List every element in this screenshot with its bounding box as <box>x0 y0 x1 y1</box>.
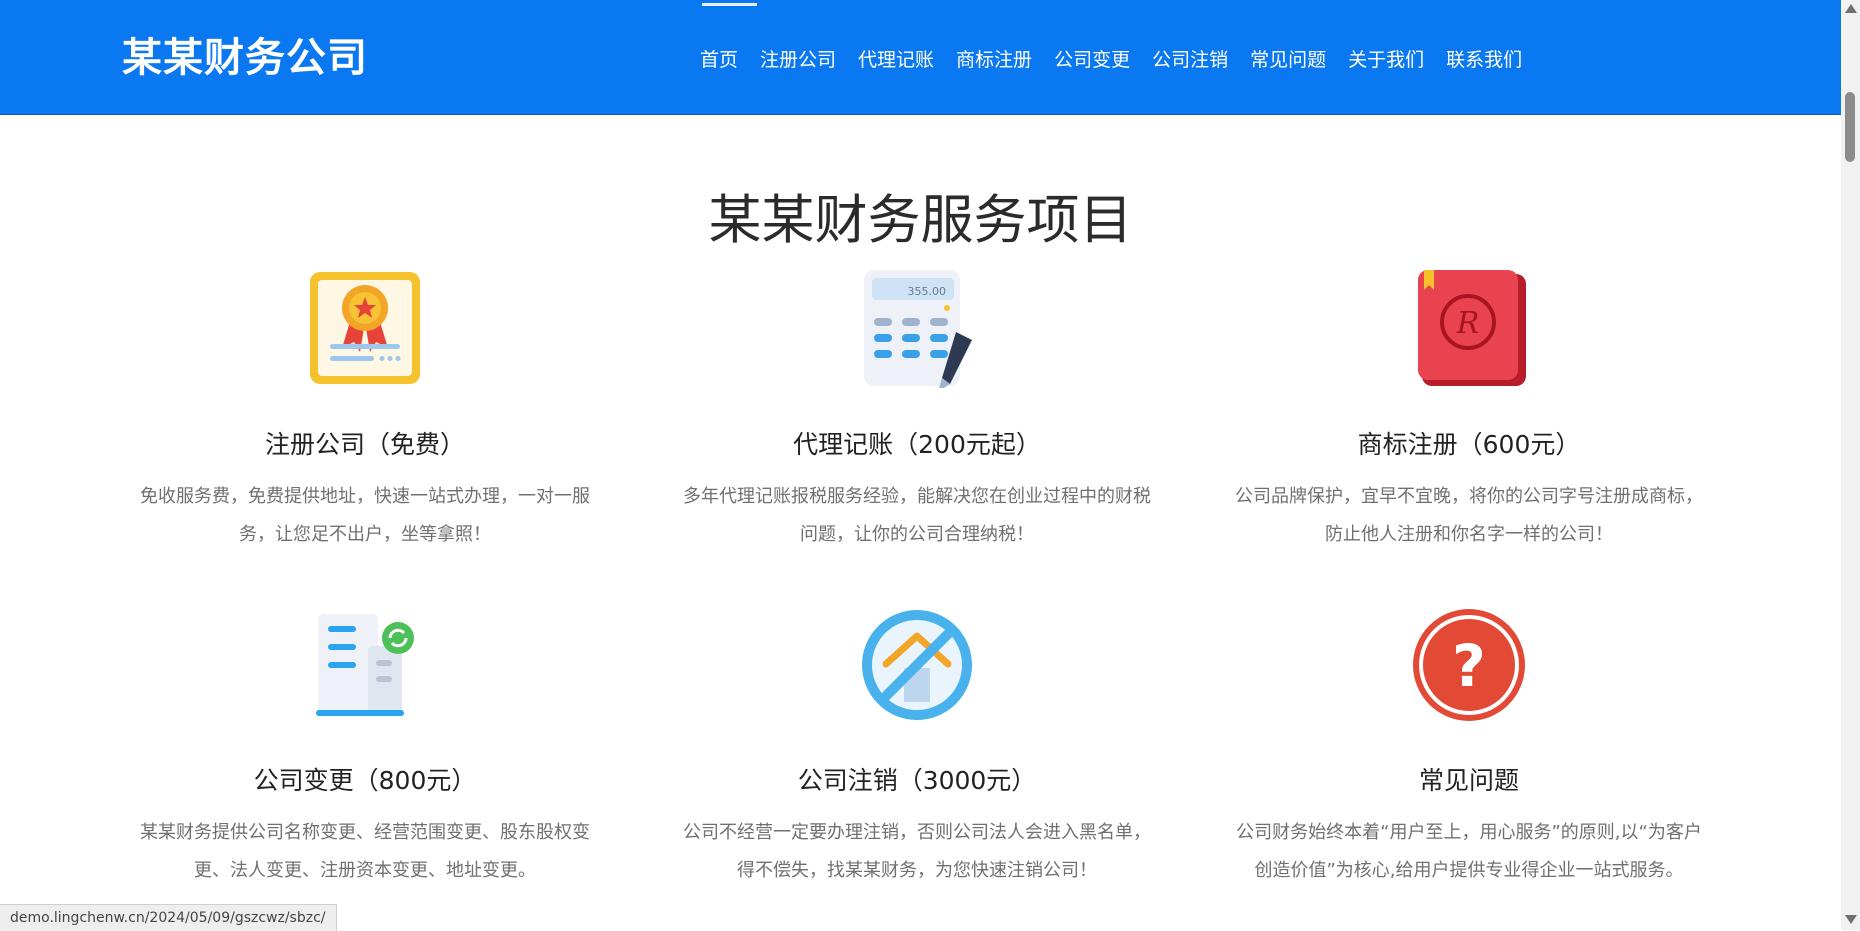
service-title: 代理记账（200元起） <box>793 430 1041 459</box>
section-title: 某某财务服务项目 <box>708 190 1133 251</box>
building-change-icon <box>306 606 424 724</box>
status-bar-url: demo.lingchenw.cn/2024/05/09/gszcwz/sbzc… <box>0 904 337 931</box>
nav-item-register-company[interactable]: 注册公司 <box>760 40 836 80</box>
nav-active-indicator <box>702 3 757 6</box>
service-title: 商标注册（600元） <box>1357 430 1581 459</box>
service-description: 公司财务始终本着“用户至上，用心服务”的原则,以“为客户创造价值”为核心,给用户… <box>1236 822 1702 881</box>
certificate-icon <box>306 270 424 388</box>
service-title: 公司注销（3000元） <box>797 766 1037 795</box>
nav-item-home[interactable]: 首页 <box>700 40 738 80</box>
service-title: 公司变更（800元） <box>253 766 477 795</box>
nav-item-trademark[interactable]: 商标注册 <box>956 40 1032 80</box>
service-description: 某某财务提供公司名称变更、经营范围变更、股东股权变更、法人变更、注册资本变更、地… <box>140 822 590 881</box>
scrollbar-thumb[interactable] <box>1845 92 1855 162</box>
scroll-down-arrow-icon[interactable] <box>1845 915 1857 924</box>
page-scrollbar[interactable] <box>1841 0 1860 930</box>
site-logo[interactable]: 某某财务公司 <box>122 32 368 84</box>
service-card-trademark[interactable]: R 商标注册（600元） 公司品牌保护，宜早不宜晚，将你的公司字号注册成商标，防… <box>1214 270 1724 554</box>
cancel-house-icon <box>858 606 976 724</box>
service-card-company-change[interactable]: 公司变更（800元） 某某财务提供公司名称变更、经营范围变更、股东股权变更、法人… <box>110 606 620 890</box>
main-nav: 首页 注册公司 代理记账 商标注册 公司变更 公司注销 常见问题 关于我们 联系… <box>700 40 1544 80</box>
service-card-company-cancel[interactable]: 公司注销（3000元） 公司不经营一定要办理注销，否则公司法人会进入黑名单，得不… <box>662 606 1172 890</box>
calculator-display-text: 355.00 <box>908 285 947 298</box>
service-card-faq[interactable]: ? 常见问题 公司财务始终本着“用户至上，用心服务”的原则,以“为客户创造价值”… <box>1214 606 1724 890</box>
top-header: 某某财务公司 首页 注册公司 代理记账 商标注册 公司变更 公司注销 常见问题 … <box>0 0 1841 115</box>
service-card-register-company[interactable]: 注册公司（免费） 免收服务费，免费提供地址，快速一站式办理，一对一服务，让您足不… <box>110 270 620 554</box>
question-icon: ? <box>1410 606 1528 724</box>
service-title: 注册公司（免费） <box>264 430 465 459</box>
nav-item-company-cancel[interactable]: 公司注销 <box>1152 40 1228 80</box>
service-description: 免收服务费，免费提供地址，快速一站式办理，一对一服务，让您足不出户，坐等拿照！ <box>140 486 590 545</box>
nav-item-bookkeeping[interactable]: 代理记账 <box>858 40 934 80</box>
calculator-icon: 355.00 <box>858 270 976 392</box>
registered-mark-text: R <box>1456 306 1480 341</box>
service-title: 常见问题 <box>1418 766 1519 795</box>
nav-item-faq[interactable]: 常见问题 <box>1250 40 1326 80</box>
nav-item-company-change[interactable]: 公司变更 <box>1054 40 1130 80</box>
nav-item-contact[interactable]: 联系我们 <box>1446 40 1522 80</box>
nav-item-about[interactable]: 关于我们 <box>1348 40 1424 80</box>
service-card-bookkeeping[interactable]: 355.00 代理记账（200元起） 多年代理记账报税服务经验，能解决您在创业过… <box>662 270 1172 554</box>
scroll-up-arrow-icon[interactable] <box>1845 4 1857 13</box>
trademark-book-icon: R <box>1410 270 1528 388</box>
service-description: 公司不经营一定要办理注销，否则公司法人会进入黑名单，得不偿失，找某某财务，为您快… <box>683 822 1151 881</box>
question-mark-text: ? <box>1452 632 1486 700</box>
service-description: 多年代理记账报税服务经验，能解决您在创业过程中的财税问题，让你的公司合理纳税！ <box>683 486 1151 545</box>
service-description: 公司品牌保护，宜早不宜晚，将你的公司字号注册成商标，防止他人注册和你名字一样的公… <box>1235 486 1703 545</box>
